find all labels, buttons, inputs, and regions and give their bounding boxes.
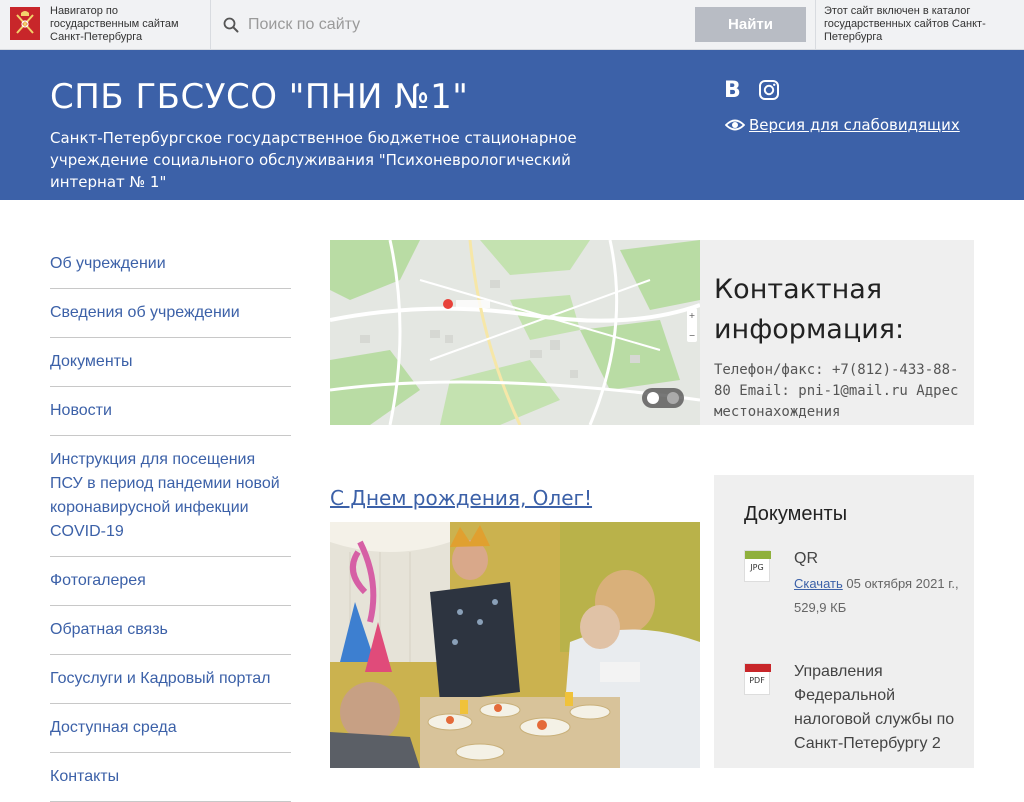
location-map[interactable]: + − [330,240,700,425]
eye-icon [725,119,745,131]
file-band [745,664,771,672]
file-extension: PDF [749,676,765,685]
sidebar-item-info[interactable]: Сведения об учреждении [50,289,291,338]
document-meta: Скачать 05 октября 2021 г., 529,9 КБ [794,572,964,620]
news-article-title[interactable]: С Днем рождения, Олег! [330,486,592,510]
sidebar-item-documents[interactable]: Документы [50,338,291,387]
sidebar-item-accessible-environment[interactable]: Доступная среда [50,704,291,753]
document-download-link[interactable]: Скачать [794,576,843,591]
search-input[interactable] [248,12,688,38]
jpg-file-icon[interactable]: JPG [744,550,771,582]
sidebar-item-covid-instructions[interactable]: Инструкция для посещения ПСУ в период па… [50,436,291,557]
instagram-icon[interactable] [758,79,780,101]
birthday-photo-image [330,522,700,768]
svg-text:−: − [689,331,696,340]
contact-text: Телефон/факс: +7(812)-433-88-80 Email: p… [714,362,959,420]
document-title[interactable]: QR [794,547,964,571]
catalog-link[interactable]: Этот сайт включен в каталог государствен… [824,5,1024,44]
sidebar-item-about[interactable]: Об учреждении [50,240,291,289]
file-extension: JPG [750,563,764,572]
site-subtitle: Санкт-Петербургское государственное бюдж… [50,129,577,191]
pdf-file-icon[interactable]: PDF [744,663,771,695]
sidebar-item-gosuslugi[interactable]: Госуслуги и Кадровый портал [50,655,291,704]
search-button[interactable]: Найти [695,7,806,42]
divider [210,0,211,50]
contact-heading: Контактная информация: [714,274,905,345]
document-title[interactable]: Управления Федеральной налоговой службы … [794,660,964,756]
news-article-photo[interactable] [330,522,700,768]
sidebar-item-feedback[interactable]: Обратная связь [50,606,291,655]
navigator-bar: Навигатор по государственным сайтам Санк… [0,0,1024,50]
search-icon [223,17,239,33]
vk-icon[interactable]: В [724,78,741,103]
documents-panel: Документы JPG QR Скачать 05 октября 2021… [714,475,974,768]
sidebar-item-news[interactable]: Новости [50,387,291,436]
spb-emblem-icon[interactable] [10,7,40,40]
navigator-link[interactable]: Навигатор по государственным сайтам Санк… [50,5,200,44]
divider [815,0,816,50]
sidebar-item-photogallery[interactable]: Фотогалерея [50,557,291,606]
sidebar-item-contacts[interactable]: Контакты [50,753,291,802]
contact-info-panel: Контактная информация: Телефон/факс: +7(… [700,240,974,425]
documents-heading: Документы [744,503,848,525]
accessibility-version-link[interactable]: Версия для слабовидящих [749,116,960,134]
site-header: СПБ ГБСУСО "ПНИ №1" Санкт-Петербургское … [0,50,1024,200]
file-band [745,551,771,559]
site-title[interactable]: СПБ ГБСУСО "ПНИ №1" [50,77,468,117]
map-image: + − [330,240,700,425]
sidebar-nav: Об учреждении Сведения об учреждении Док… [50,240,291,802]
svg-text:+: + [689,311,696,320]
